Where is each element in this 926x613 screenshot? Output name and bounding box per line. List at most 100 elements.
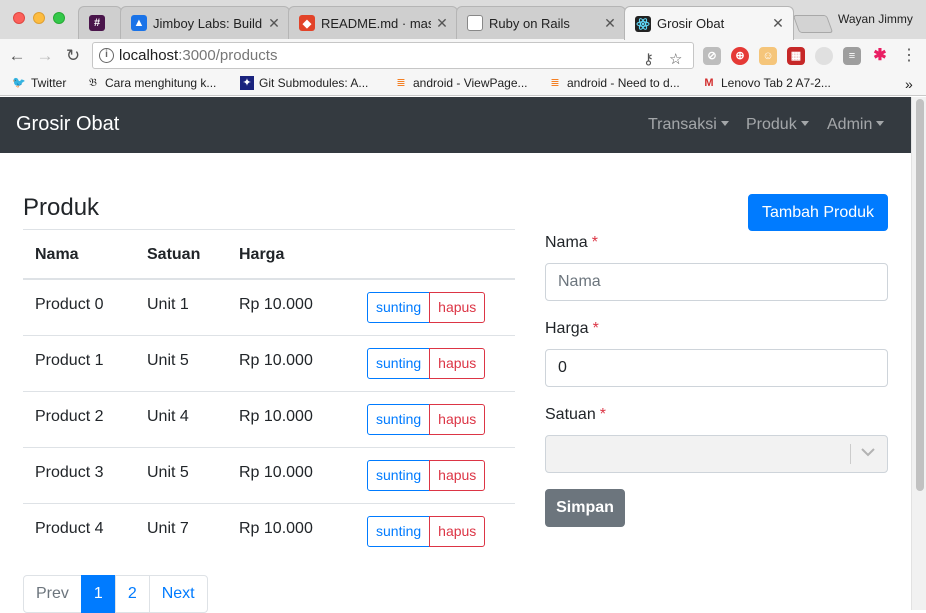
edit-button[interactable]: sunting: [367, 404, 431, 435]
tab-close-icon[interactable]: ✕: [267, 15, 281, 32]
tab-title: README.md · maste: [321, 15, 431, 31]
delete-button[interactable]: hapus: [429, 404, 486, 435]
browser-chrome: # ▲ Jimboy Labs: Build S ✕ ◆ README.md ·…: [0, 0, 926, 96]
tab-title: Grosir Obat: [657, 16, 725, 31]
menu-icon[interactable]: ⋮: [898, 45, 920, 67]
unit-select[interactable]: [545, 435, 888, 473]
brand[interactable]: Grosir Obat: [16, 113, 119, 136]
address-bar[interactable]: i localhost:3000/products ⚷ ☆: [92, 42, 694, 69]
bookmark-twitter[interactable]: 🐦 Twitter: [12, 76, 66, 90]
bookmark-android-need[interactable]: ≣ android - Need to d...: [548, 76, 679, 90]
tab-close-icon[interactable]: ✕: [435, 15, 449, 32]
info-icon[interactable]: i: [99, 48, 114, 63]
product-name: Product 0: [35, 296, 104, 313]
extension-stack-icon[interactable]: ≡: [843, 47, 861, 65]
bookmark-android-viewpager[interactable]: ≣ android - ViewPage...: [394, 76, 527, 90]
name-input[interactable]: [545, 263, 888, 301]
reload-icon[interactable]: ↻: [62, 45, 84, 67]
product-unit: Unit 4: [147, 408, 189, 425]
zoom-window-button[interactable]: [53, 12, 65, 24]
row-actions: sunting hapus: [367, 516, 486, 547]
select-separator: [850, 444, 851, 464]
product-name: Product 1: [35, 352, 104, 369]
row-actions: sunting hapus: [367, 292, 486, 323]
star-icon[interactable]: ☆: [669, 47, 682, 72]
extension-red-icon[interactable]: ⊕: [731, 47, 749, 65]
required-mark: *: [591, 234, 598, 251]
forward-icon[interactable]: →: [34, 45, 56, 67]
delete-button[interactable]: hapus: [429, 516, 486, 547]
next-page-button[interactable]: Next: [148, 575, 208, 613]
tab-title: Ruby on Rails: [489, 15, 570, 31]
url-host: localhost: [119, 47, 179, 64]
page-scrollbar[interactable]: [911, 97, 926, 610]
extension-slack-icon[interactable]: ✱: [871, 47, 889, 65]
tab-close-icon[interactable]: ✕: [603, 15, 617, 32]
gitlab-icon: ◆: [299, 15, 315, 31]
product-name: Product 4: [35, 520, 104, 537]
caret-down-icon: [720, 121, 729, 127]
edit-button[interactable]: sunting: [367, 292, 431, 323]
close-window-button[interactable]: [13, 12, 25, 24]
nav-transaksi[interactable]: Transaksi: [648, 116, 729, 134]
tab-ruby-on-rails[interactable]: Ruby on Rails ✕: [456, 6, 626, 39]
back-icon[interactable]: ←: [6, 45, 28, 67]
table-row: Product 0 Unit 1 Rp 10.000 sunting hapus: [23, 280, 515, 336]
bookmark-lenovo[interactable]: M Lenovo Tab 2 A7-2...: [702, 76, 830, 90]
edit-button[interactable]: sunting: [367, 348, 431, 379]
stackoverflow-icon: ≣: [396, 77, 406, 89]
nav-produk[interactable]: Produk: [746, 116, 809, 134]
product-unit: Unit 1: [147, 296, 189, 313]
minimize-window-button[interactable]: [33, 12, 45, 24]
table-row: Product 2 Unit 4 Rp 10.000 sunting hapus: [23, 392, 515, 448]
page-1-button[interactable]: 1: [80, 575, 116, 613]
caret-down-icon: [800, 121, 809, 127]
bookmark-cara-menghitung[interactable]: 𝔅 Cara menghitung k...: [86, 76, 216, 90]
profile-name[interactable]: Wayan Jimmy: [838, 12, 913, 26]
required-mark: *: [592, 320, 599, 337]
price-input[interactable]: [545, 349, 888, 387]
jimboy-icon: ▲: [131, 15, 147, 31]
required-mark: *: [599, 406, 606, 423]
delete-button[interactable]: hapus: [429, 460, 486, 491]
bookmark-git-submodules[interactable]: ✦ Git Submodules: A...: [240, 76, 368, 90]
products-table: Nama Satuan Harga Product 0 Unit 1 Rp 10…: [23, 229, 515, 560]
delete-button[interactable]: hapus: [429, 348, 486, 379]
product-price: Rp 10.000: [239, 296, 313, 313]
price-label: Harga *: [545, 320, 599, 337]
table-row: Product 4 Unit 7 Rp 10.000 sunting hapus: [23, 504, 515, 560]
save-button[interactable]: Simpan: [545, 489, 625, 527]
nav-admin[interactable]: Admin: [827, 116, 885, 134]
react-icon: [635, 15, 651, 32]
pagination: Prev 1 2 Next: [23, 575, 208, 613]
product-unit: Unit 7: [147, 520, 189, 537]
tab-grosir-obat[interactable]: Grosir Obat ✕: [624, 6, 794, 40]
document-icon: [467, 15, 483, 31]
new-tab-button[interactable]: [792, 15, 834, 33]
bookmark-site-icon: ✦: [240, 76, 254, 90]
twitter-icon: 🐦: [12, 77, 26, 89]
extension-grid-icon[interactable]: ▦: [787, 47, 805, 65]
tab-readme[interactable]: ◆ README.md · maste ✕: [288, 6, 458, 39]
column-header-unit: Satuan: [147, 246, 201, 263]
tab-jimboy-labs[interactable]: ▲ Jimboy Labs: Build S ✕: [120, 6, 290, 39]
add-product-button[interactable]: Tambah Produk: [748, 194, 888, 231]
extension-circle-icon[interactable]: [815, 47, 833, 65]
extension-gray-icon[interactable]: ⊘: [703, 47, 721, 65]
page-2-button[interactable]: 2: [114, 575, 150, 613]
key-icon[interactable]: ⚷: [643, 47, 654, 72]
more-bookmarks-button[interactable]: »: [905, 76, 913, 92]
prev-page-button[interactable]: Prev: [23, 575, 82, 613]
edit-button[interactable]: sunting: [367, 460, 431, 491]
row-actions: sunting hapus: [367, 348, 486, 379]
table-row: Product 1 Unit 5 Rp 10.000 sunting hapus: [23, 336, 515, 392]
tab-title: Jimboy Labs: Build S: [153, 15, 263, 31]
edit-button[interactable]: sunting: [367, 516, 431, 547]
row-actions: sunting hapus: [367, 404, 486, 435]
tab-close-icon[interactable]: ✕: [771, 15, 785, 32]
chevron-down-icon[interactable]: [859, 442, 877, 462]
tab-slack[interactable]: #: [78, 6, 122, 39]
extension-face-icon[interactable]: ☺: [759, 47, 777, 65]
scrollbar-thumb[interactable]: [916, 99, 924, 491]
delete-button[interactable]: hapus: [429, 292, 486, 323]
